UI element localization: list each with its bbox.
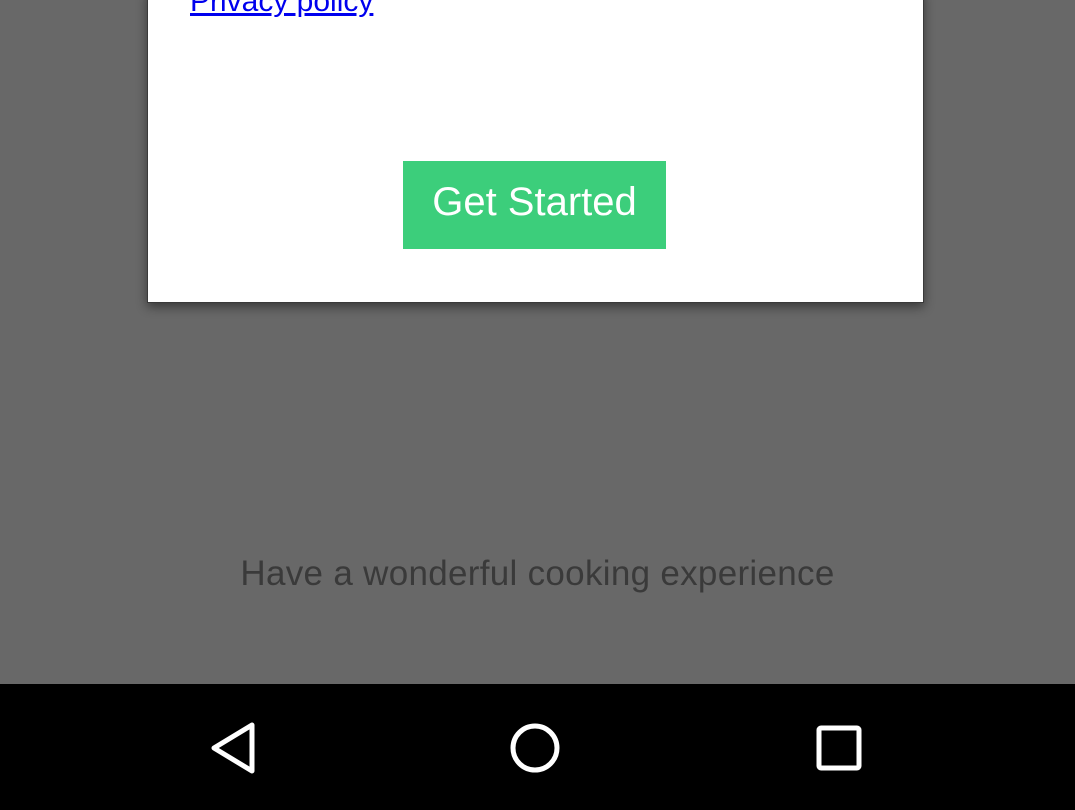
back-button[interactable] <box>203 718 263 778</box>
home-button[interactable] <box>505 718 565 778</box>
recents-button[interactable] <box>809 718 869 778</box>
get-started-button[interactable]: Get Started <box>403 161 666 249</box>
privacy-dialog: Privacy policy Get Started <box>147 0 924 303</box>
tagline-text: Have a wonderful cooking experience <box>240 554 835 593</box>
recents-square-icon <box>816 725 862 771</box>
app-background: Have a wonderful cooking experience Priv… <box>0 0 1075 684</box>
home-circle-icon <box>510 723 560 773</box>
get-started-label: Get Started <box>432 179 637 224</box>
back-triangle-icon <box>211 722 255 774</box>
privacy-policy-link[interactable]: Privacy policy <box>190 0 373 19</box>
system-nav-bar <box>0 684 1075 810</box>
screen: Have a wonderful cooking experience Priv… <box>0 0 1075 810</box>
